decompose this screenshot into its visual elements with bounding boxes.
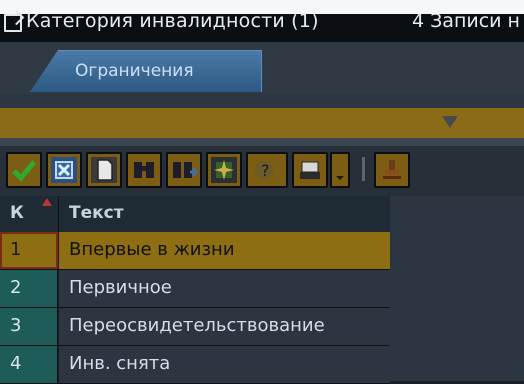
find-next-button[interactable]	[166, 152, 202, 188]
cell-text[interactable]: Переосвидетельствование	[59, 308, 390, 345]
help-icon: ?	[255, 161, 273, 180]
separator-bar	[0, 138, 524, 146]
filter-button[interactable]	[206, 152, 242, 188]
toolbar: ?	[0, 146, 524, 196]
cell-k[interactable]: 3	[0, 308, 58, 345]
confirm-button[interactable]	[6, 152, 42, 188]
help-button[interactable]: ?	[246, 152, 288, 188]
sort-ascending-icon	[42, 198, 52, 206]
cell-k[interactable]: 1	[0, 232, 58, 269]
collapse-bar[interactable]	[0, 108, 524, 138]
info-bar	[0, 94, 524, 108]
table-row[interactable]: 4 Инв. снята	[0, 346, 390, 384]
cell-text[interactable]: Первичное	[59, 270, 390, 307]
stamp-button[interactable]	[374, 152, 410, 188]
dropdown-icon	[336, 176, 344, 180]
grid-header: К Текст	[0, 196, 390, 233]
empty-area	[390, 196, 524, 381]
window-title: Категория инвалидности (1)	[26, 10, 319, 32]
new-button[interactable]	[86, 152, 122, 188]
printer-icon	[300, 161, 320, 179]
find-button[interactable]	[126, 152, 162, 188]
print-button[interactable]	[292, 152, 328, 188]
table-row[interactable]: 2 Первичное	[0, 270, 390, 308]
sparkle-icon	[214, 160, 234, 180]
close-box-icon	[55, 161, 73, 179]
document-icon	[97, 159, 113, 181]
column-text-label: Текст	[69, 203, 124, 223]
column-k[interactable]: К	[0, 196, 59, 232]
cell-k[interactable]: 4	[0, 346, 58, 383]
stamp-icon	[383, 160, 401, 179]
cell-text[interactable]: Впервые в жизни	[59, 232, 390, 269]
table-row[interactable]: 1 Впервые в жизни	[0, 232, 390, 270]
checkmark-icon	[12, 160, 36, 182]
cancel-button[interactable]	[46, 152, 82, 188]
collapse-triangle-icon[interactable]	[442, 116, 458, 128]
print-options-button[interactable]	[330, 152, 350, 188]
title-bar: Категория инвалидности (1) 4 Записи н	[0, 0, 524, 42]
column-text[interactable]: Текст	[59, 196, 390, 232]
grid-body: 1 Впервые в жизни 2 Первичное 3 Переосви…	[0, 232, 390, 384]
tab-restrictions[interactable]: Ограничения	[30, 50, 262, 92]
cell-k[interactable]: 2	[0, 270, 58, 307]
toolbar-separator	[362, 157, 365, 181]
window-icon	[4, 14, 22, 32]
column-k-label: К	[10, 203, 24, 223]
cell-text[interactable]: Инв. снята	[59, 346, 390, 383]
binoculars-plus-icon	[173, 162, 198, 178]
svg-text:?: ?	[261, 161, 270, 180]
record-count: 4 Записи н	[412, 10, 520, 32]
binoculars-icon	[134, 162, 154, 178]
table-row[interactable]: 3 Переосвидетельствование	[0, 308, 390, 346]
